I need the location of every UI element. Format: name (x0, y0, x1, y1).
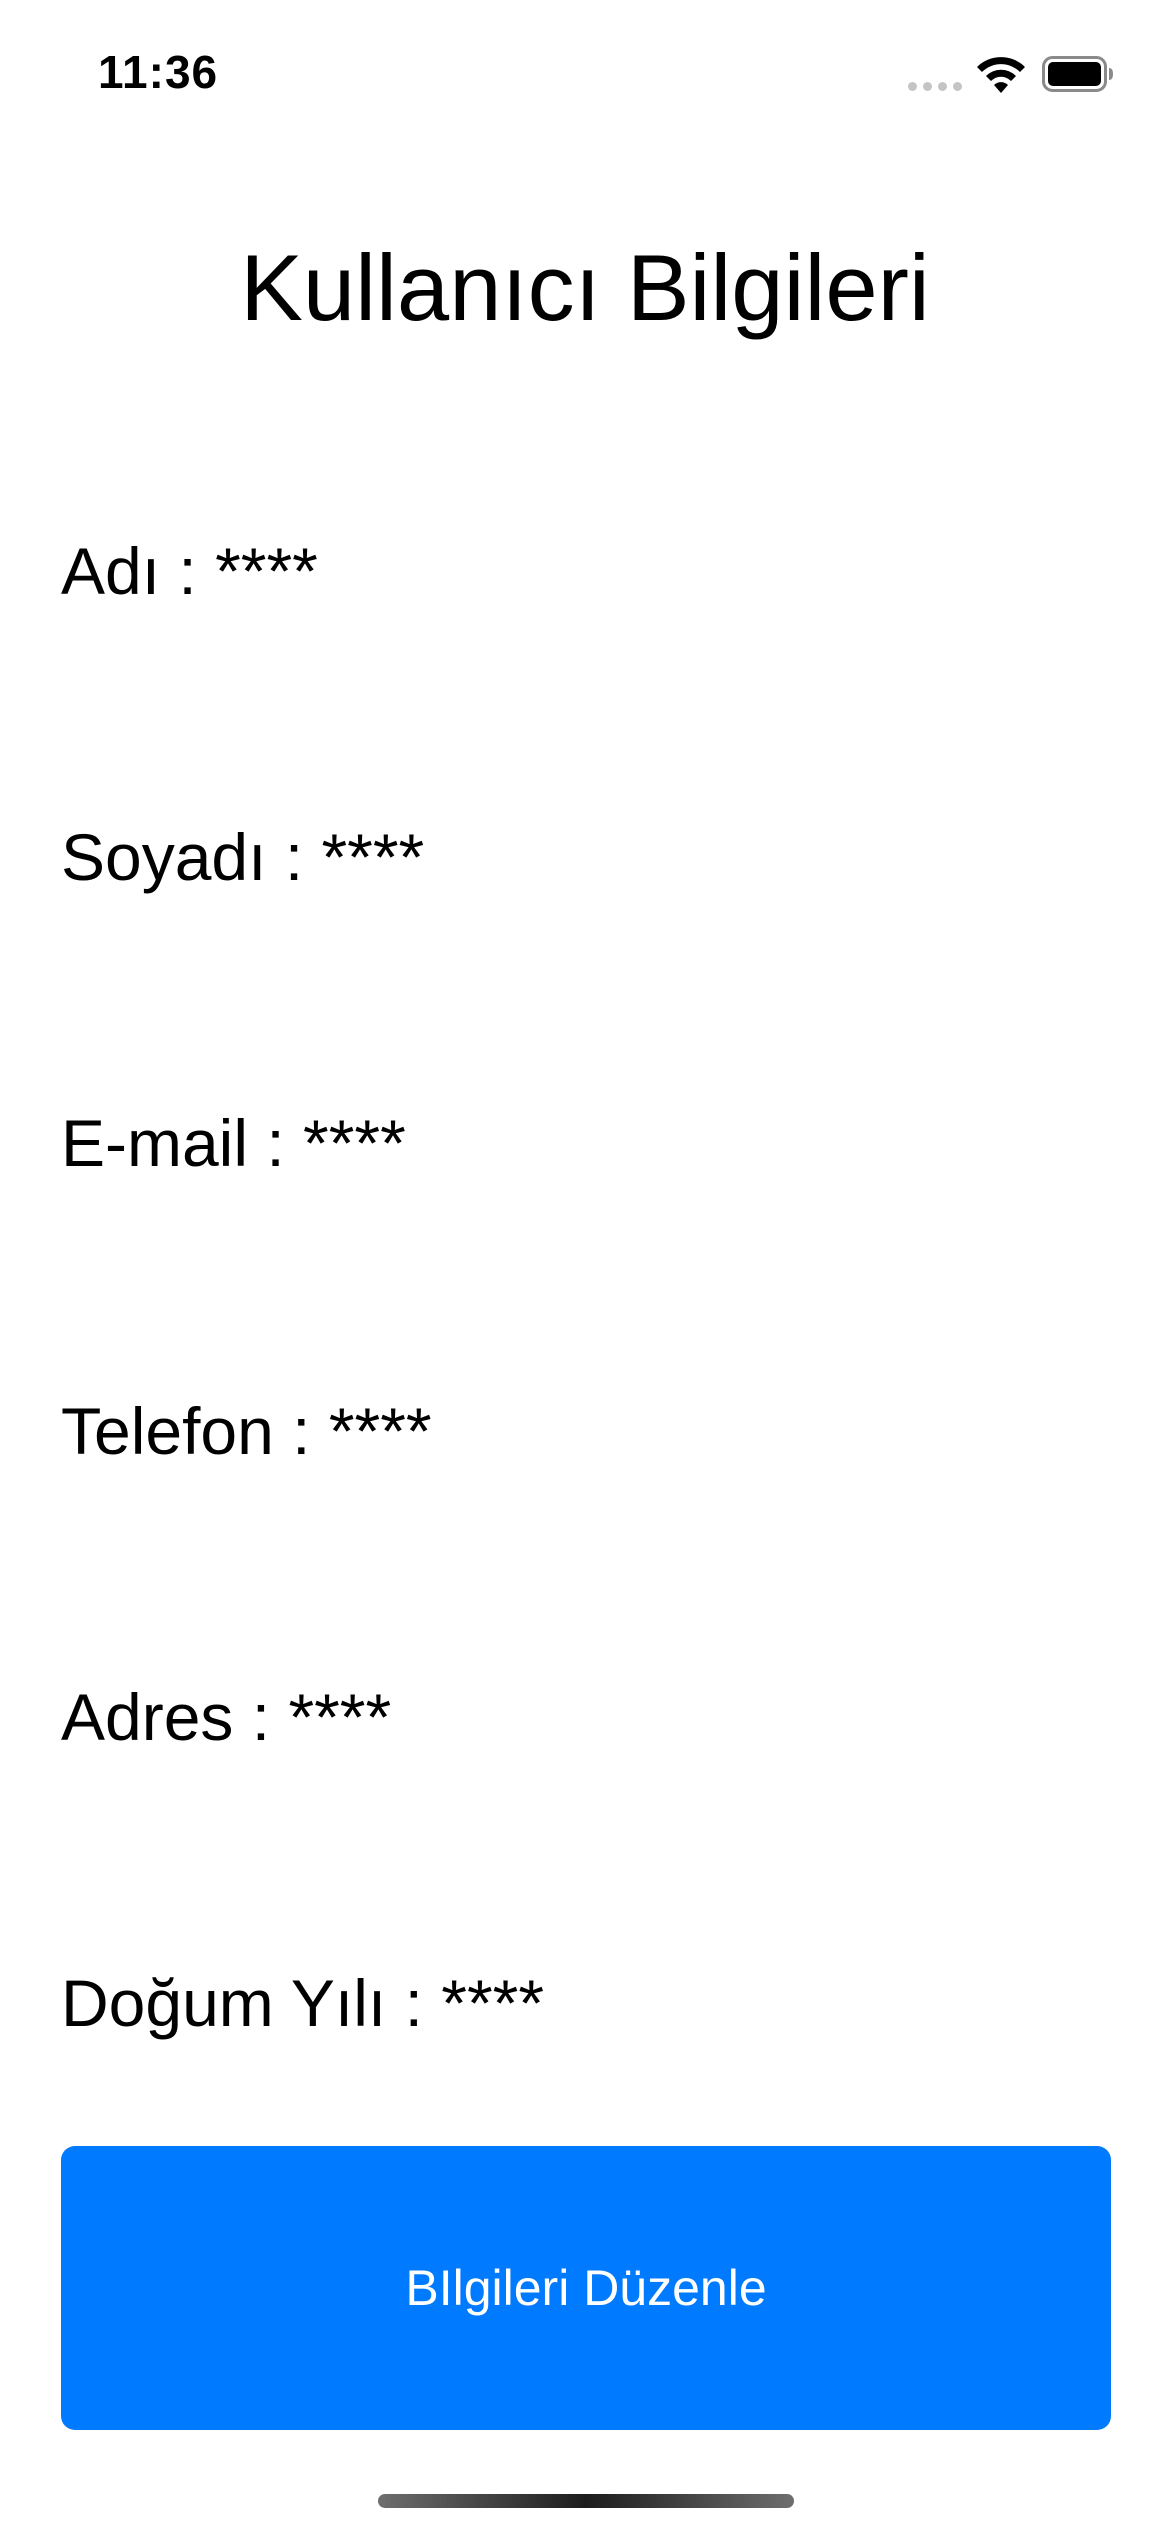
surname-row: Soyadı : **** (61, 820, 425, 894)
birth-year-label: Doğum Yılı (61, 1966, 387, 2040)
address-row: Adres : **** (61, 1680, 392, 1754)
name-value: **** (215, 534, 318, 608)
birth-year-row: Doğum Yılı : **** (61, 1966, 545, 2040)
edit-info-button[interactable]: BIlgileri Düzenle (61, 2146, 1111, 2430)
name-label: Adı (61, 534, 161, 608)
edit-info-button-label: BIlgileri Düzenle (405, 2260, 767, 2316)
phone-label: Telefon (61, 1394, 274, 1468)
phone-value: **** (328, 1394, 432, 1468)
surname-label: Soyadı (61, 820, 267, 894)
status-time: 11:36 (98, 46, 219, 98)
status-bar: 11:36 (0, 0, 1170, 140)
wifi-icon (977, 57, 1025, 93)
email-label: E-mail (61, 1106, 249, 1180)
page-title: Kullanıcı Bilgileri (240, 235, 930, 340)
cellular-signal-icon (908, 82, 962, 92)
home-indicator[interactable] (378, 2494, 794, 2508)
email-row: E-mail : **** (61, 1106, 406, 1180)
address-value: **** (288, 1680, 392, 1754)
battery-full-icon (1042, 56, 1113, 92)
birth-year-value: **** (441, 1966, 545, 2040)
name-row: Adı : **** (61, 534, 318, 608)
phone-row: Telefon : **** (61, 1394, 432, 1468)
address-label: Adres (61, 1680, 234, 1754)
surname-value: **** (321, 820, 425, 894)
email-value: **** (303, 1106, 406, 1180)
